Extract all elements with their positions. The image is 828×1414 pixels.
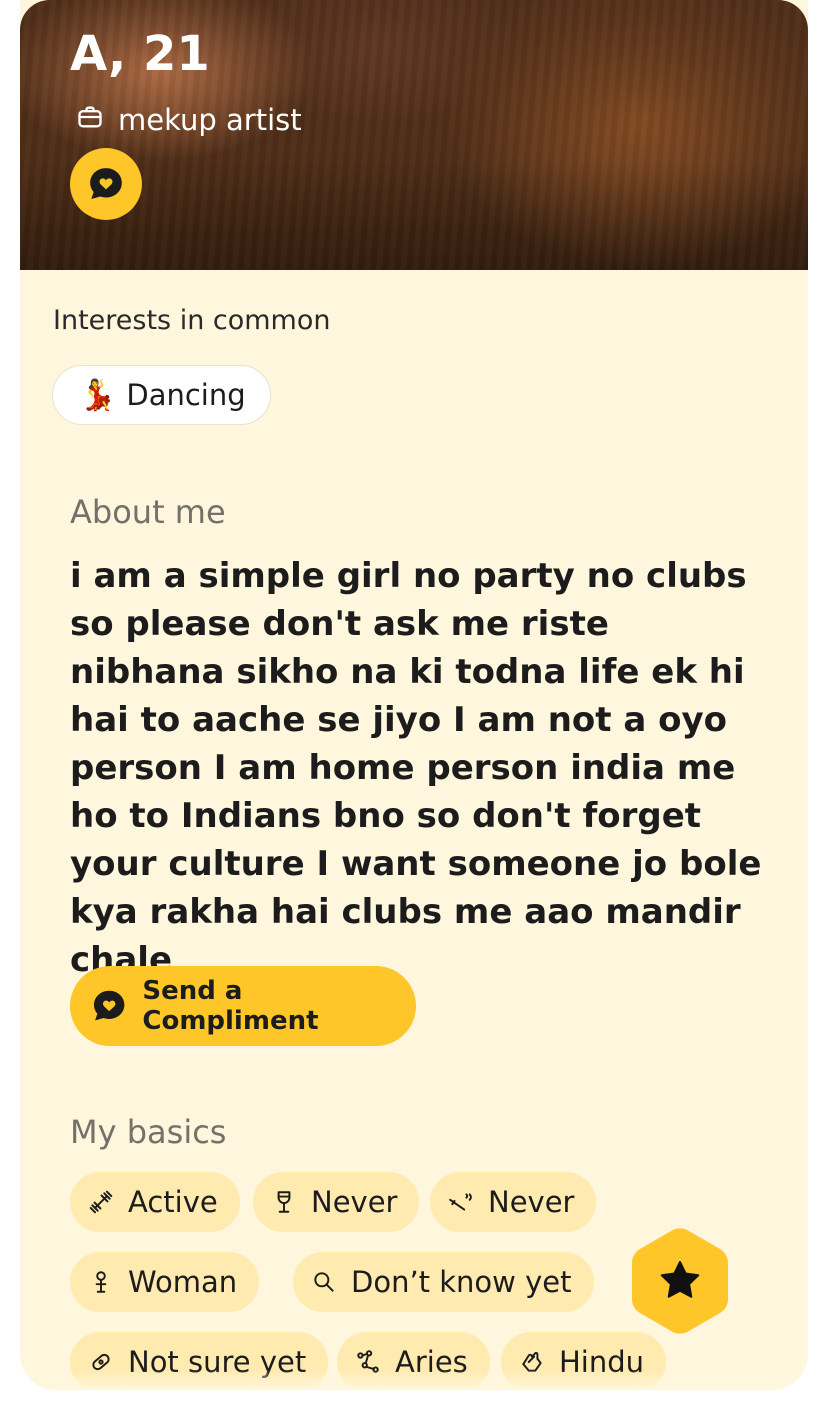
superswipe-button[interactable] <box>628 1226 732 1336</box>
bottom-fade <box>20 1370 808 1390</box>
smoking-icon <box>449 1193 472 1211</box>
interests-heading: Interests in common <box>53 305 331 336</box>
profile-job-label: mekup artist <box>118 103 302 137</box>
compliment-icon-button[interactable] <box>70 148 142 220</box>
compliment-heart-icon <box>93 990 125 1021</box>
basic-chip-gender: Woman <box>70 1252 260 1312</box>
dancer-icon: 💃 <box>79 377 117 413</box>
basic-chip-exercise: Active <box>70 1172 240 1232</box>
basic-chip-smoking: Never <box>430 1172 597 1232</box>
basic-chip-label: Don’t know yet <box>351 1265 572 1299</box>
basic-chip-drinking: Never <box>253 1172 420 1232</box>
about-text: i am a simple girl no party no clubs so … <box>70 556 762 980</box>
basic-chip-label: Never <box>311 1185 398 1219</box>
basic-chip-label: Never <box>488 1185 575 1219</box>
profile-photo[interactable]: A, 21 mekup artist <box>20 0 808 270</box>
basic-chip-label: Active <box>128 1185 218 1219</box>
dumbbell-icon <box>89 1190 113 1214</box>
basic-chip-looking-for: Don’t know yet <box>293 1252 594 1312</box>
star-icon <box>632 1228 728 1334</box>
send-compliment-label: Send a Compliment <box>142 976 319 1036</box>
basic-chip-label: Woman <box>128 1265 238 1299</box>
send-compliment-button[interactable]: Send a Compliment <box>70 966 416 1046</box>
interest-label: Dancing <box>126 378 246 412</box>
profile-job: mekup artist <box>76 102 302 138</box>
wine-glass-icon <box>277 1191 291 1213</box>
magnifier-icon <box>314 1272 334 1292</box>
basics-heading: My basics <box>70 1113 227 1151</box>
profile-card: A, 21 mekup artist Interests in common 💃… <box>20 0 808 1390</box>
about-heading: About me <box>70 493 226 531</box>
gender-icon <box>95 1271 107 1293</box>
briefcase-icon <box>76 103 104 138</box>
profile-name-age: A, 21 <box>70 26 210 82</box>
compliment-heart-icon <box>90 168 122 199</box>
interest-chip-dancing: 💃 Dancing <box>52 365 271 425</box>
